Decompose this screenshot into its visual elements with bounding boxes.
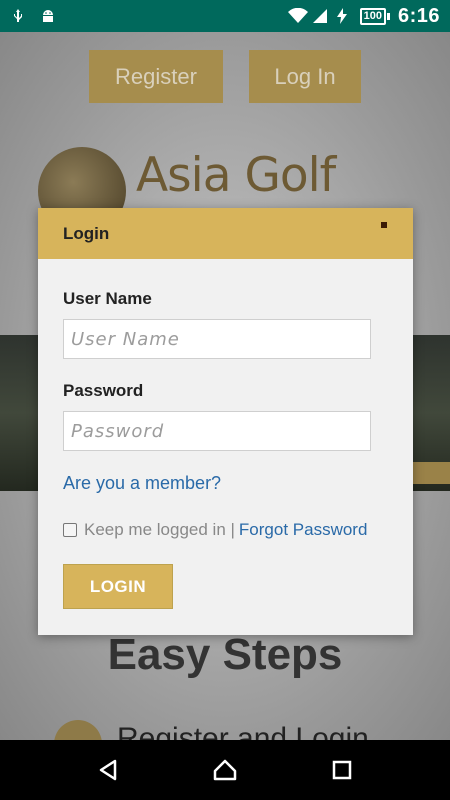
password-label: Password (63, 381, 144, 400)
status-bar: 100 6:16 (0, 0, 450, 32)
member-link[interactable]: Are you a member? (63, 473, 221, 494)
keep-logged-in-label: Keep me logged in | (84, 520, 235, 539)
signal-icon (312, 8, 328, 24)
logo-text: Asia Golf (136, 148, 336, 203)
password-input[interactable] (63, 411, 371, 451)
usb-icon (10, 8, 26, 24)
username-input[interactable] (63, 319, 371, 359)
home-icon[interactable] (205, 750, 245, 790)
log-in-button[interactable]: Log In (249, 50, 361, 103)
decorative-strip (410, 462, 450, 484)
forgot-password-link[interactable]: Forgot Password (239, 520, 368, 540)
back-icon[interactable] (88, 750, 128, 790)
modal-title: Login (63, 223, 110, 243)
step-number-badge (54, 720, 102, 740)
charging-icon (336, 8, 352, 24)
battery-icon: 100 (359, 7, 390, 25)
battery-level: 100 (359, 7, 386, 25)
keep-logged-in-checkbox[interactable] (63, 523, 77, 537)
section-heading: Easy Steps (107, 630, 343, 679)
clock: 6:16 (397, 4, 440, 27)
navigation-bar (0, 740, 450, 800)
remember-row: Keep me logged in | Forgot Password (63, 520, 367, 540)
close-icon[interactable] (381, 222, 387, 228)
login-modal: Login User Name Password Are you a membe… (38, 208, 413, 635)
wifi-icon (287, 7, 308, 24)
register-button[interactable]: Register (89, 50, 223, 103)
modal-header: Login (38, 208, 413, 259)
login-submit-button[interactable]: LOGIN (63, 564, 173, 609)
android-icon (40, 8, 56, 24)
step-text: Register and Login (117, 722, 369, 740)
username-label: User Name (63, 289, 152, 308)
recents-icon[interactable] (322, 750, 362, 790)
